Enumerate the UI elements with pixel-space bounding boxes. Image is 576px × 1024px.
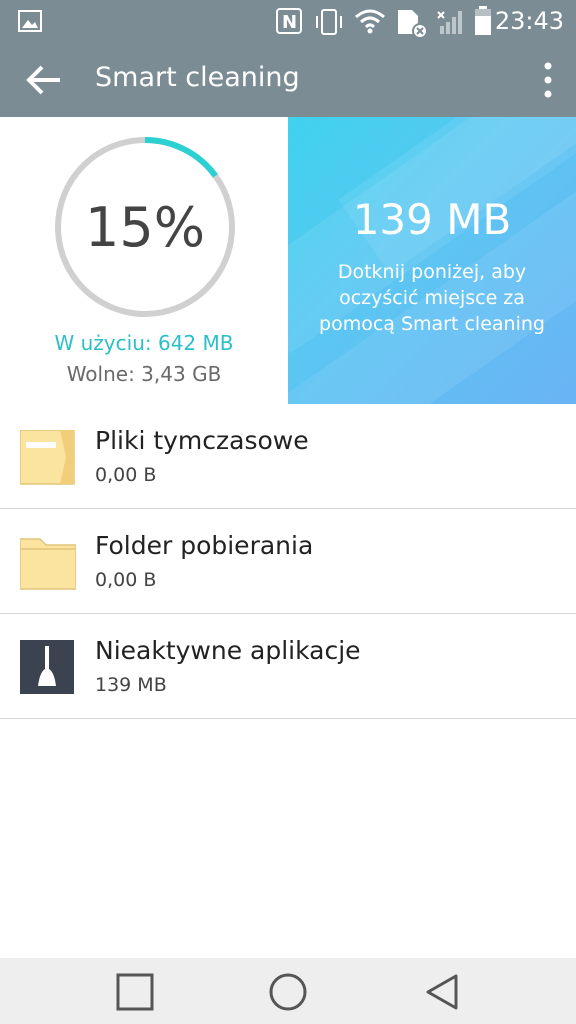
storage-summary: 15% W użyciu: 642 MB Wolne: 3,43 GB 139 … (0, 117, 576, 404)
vibrate-icon (316, 9, 342, 35)
gallery-icon (18, 10, 42, 32)
cleaning-list: Pliki tymczasowe 0,00 B Folder pobierani… (0, 404, 576, 719)
storage-usage-panel: 15% W użyciu: 642 MB Wolne: 3,43 GB (0, 117, 288, 404)
cleanable-size: 139 MB (352, 195, 512, 244)
status-bar: N 23:43 (0, 0, 576, 42)
broom-icon (20, 640, 74, 694)
clean-hint: Dotknij poniżej, aby oczyścić miejsce za… (319, 261, 545, 335)
used-storage: W użyciu: 642 MB (54, 331, 234, 355)
battery-icon (475, 6, 491, 35)
app-bar: Smart cleaning (0, 42, 576, 117)
clean-card[interactable]: 139 MB Dotknij poniżej, aby oczyścić mie… (288, 117, 576, 404)
item-name: Pliki tymczasowe (95, 426, 309, 455)
usage-percent: 15% (84, 195, 206, 259)
arrow-left-icon[interactable] (24, 60, 64, 100)
item-name: Folder pobierania (95, 531, 314, 560)
more-vert-icon[interactable] (540, 60, 556, 100)
item-name: Nieaktywne aplikacje (95, 636, 361, 665)
wifi-icon (355, 9, 385, 34)
clock: 23:43 (494, 7, 564, 35)
list-item-inactive-apps[interactable]: Nieaktywne aplikacje 139 MB (0, 614, 576, 719)
nfc-icon: N (276, 8, 302, 34)
item-size: 139 MB (95, 674, 167, 696)
back-icon[interactable] (422, 972, 462, 1012)
free-storage: Wolne: 3,43 GB (66, 362, 222, 386)
temp-folder-icon (20, 430, 75, 485)
folder-icon (20, 538, 76, 590)
sim-icon (398, 10, 428, 38)
svg-text:N: N (282, 12, 297, 33)
page-title: Smart cleaning (95, 62, 300, 93)
navigation-bar (0, 958, 576, 1024)
signal-icon (437, 11, 462, 34)
list-item-temp-files[interactable]: Pliki tymczasowe 0,00 B (0, 404, 576, 509)
item-size: 0,00 B (95, 464, 157, 486)
list-item-downloads[interactable]: Folder pobierania 0,00 B (0, 509, 576, 614)
usage-gauge: 15% (52, 134, 238, 320)
item-size: 0,00 B (95, 569, 157, 591)
home-icon[interactable] (268, 972, 308, 1012)
recents-icon[interactable] (115, 972, 155, 1012)
